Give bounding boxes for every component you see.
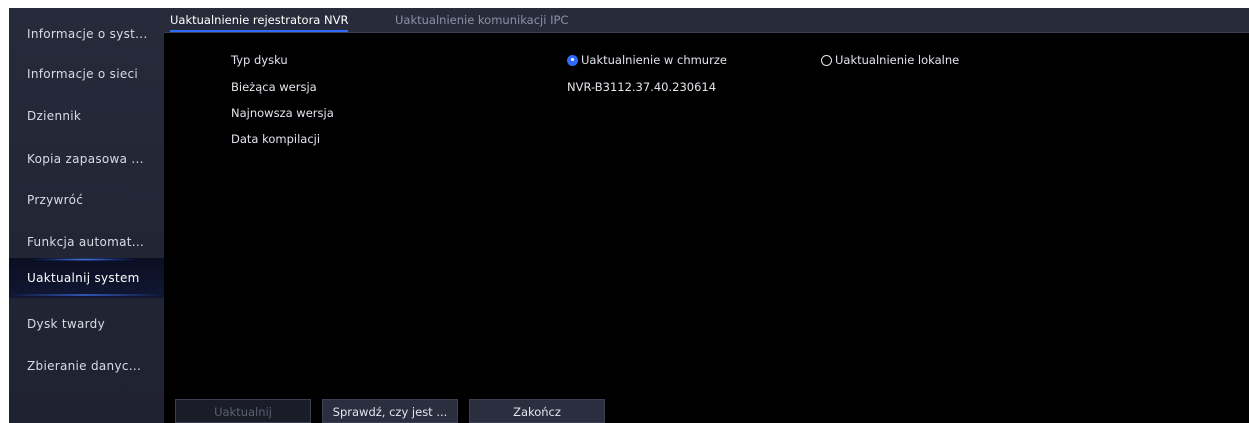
sidebar-item-upgrade-system[interactable]: Uaktualnij system xyxy=(9,258,164,298)
current-version-label: Bieżąca wersja xyxy=(231,80,317,94)
upgrade-button[interactable]: Uaktualnij xyxy=(175,399,311,423)
radio-cloud-label: Uaktualnienie w chmurze xyxy=(581,53,727,67)
current-version-value: NVR-B3112.37.40.230614 xyxy=(567,80,717,94)
sidebar-item-label: Kopia zapasowa ... xyxy=(27,152,144,166)
sidebar-item-label: Przywróć xyxy=(27,193,84,207)
sidebar-item-label: Uaktualnij system xyxy=(27,271,140,285)
tab-label: Uaktualnienie rejestratora NVR xyxy=(170,13,349,27)
sidebar-item-data-collection[interactable]: Zbieranie danyc... xyxy=(9,340,164,392)
check-button-label: Sprawdź, czy jest ... xyxy=(332,405,448,419)
sidebar-item-label: Zbieranie danyc... xyxy=(27,359,142,373)
sidebar-item-label: Dziennik xyxy=(27,109,82,123)
check-for-updates-button[interactable]: Sprawdź, czy jest ... xyxy=(322,399,458,423)
radio-selected-icon xyxy=(567,54,578,66)
sidebar-item-label: Informacje o sieci xyxy=(27,67,139,81)
exit-button-label: Zakończ xyxy=(513,405,561,419)
latest-version-label: Najnowsza wersja xyxy=(231,106,334,120)
sidebar-item-label: Dysk twardy xyxy=(27,317,105,331)
tab-nvr-upgrade[interactable]: Uaktualnienie rejestratora NVR xyxy=(164,8,354,32)
disk-type-label: Typ dysku xyxy=(231,53,288,67)
tab-bar: Uaktualnienie rejestratora NVR Uaktualni… xyxy=(164,8,1249,33)
sidebar-item-label: Funkcja automat... xyxy=(27,235,145,249)
upgrade-system-window: Informacje o syst... Informacje o sieci … xyxy=(9,8,1249,423)
radio-unselected-icon xyxy=(821,54,832,66)
tab-label: Uaktualnienie komunikacji IPC xyxy=(395,13,569,27)
build-date-label: Data kompilacji xyxy=(231,132,321,146)
upgrade-button-label: Uaktualnij xyxy=(214,405,272,419)
tab-ipc-upgrade[interactable]: Uaktualnienie komunikacji IPC xyxy=(389,8,574,32)
sidebar-item-label: Informacje o syst... xyxy=(27,27,148,41)
sidebar: Informacje o syst... Informacje o sieci … xyxy=(9,8,164,423)
exit-button[interactable]: Zakończ xyxy=(469,399,605,423)
radio-local-upgrade[interactable]: Uaktualnienie lokalne xyxy=(821,53,959,67)
radio-local-label: Uaktualnienie lokalne xyxy=(835,53,960,67)
radio-cloud-upgrade[interactable]: Uaktualnienie w chmurze xyxy=(567,53,727,67)
